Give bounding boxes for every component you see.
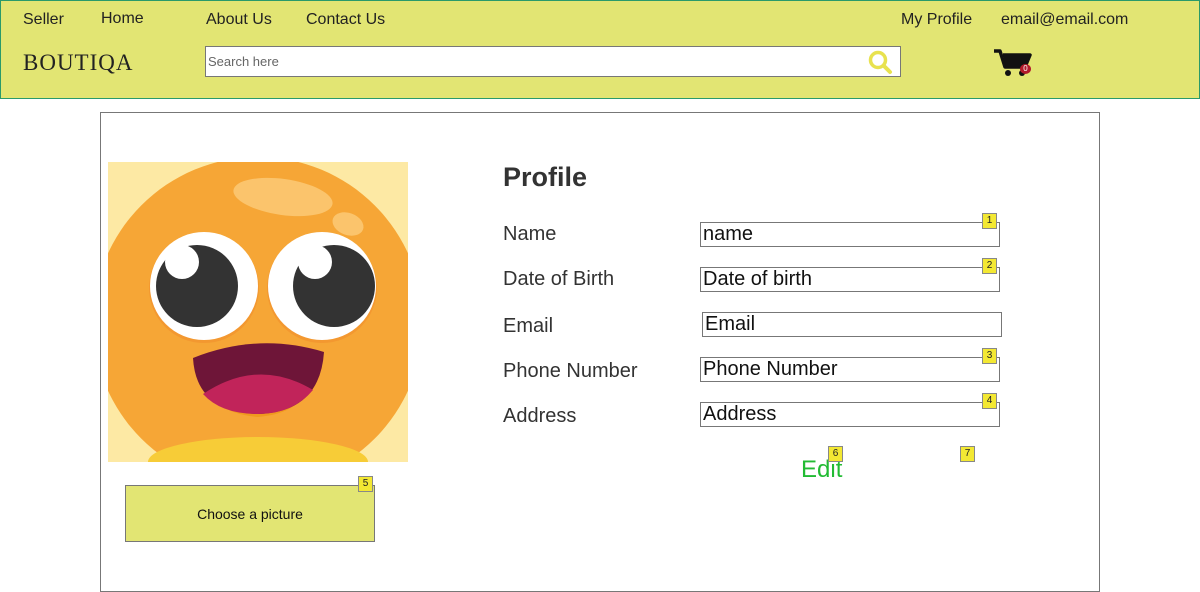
nav-seller-link[interactable]: Seller [23, 11, 64, 29]
marker-tag-3: 3 [982, 348, 997, 364]
happy-face-emoji-icon [108, 162, 408, 462]
date-of-birth-label: Date of Birth [503, 268, 615, 290]
nav-contact-link[interactable]: Contact Us [306, 11, 385, 29]
search-icon[interactable] [867, 49, 893, 75]
page-title: Profile [503, 162, 588, 192]
nav-home-link[interactable]: Home [101, 10, 144, 28]
marker-tag-1: 1 [982, 213, 997, 229]
profile-avatar [108, 162, 408, 462]
nav-user-email[interactable]: email@email.com [1001, 11, 1128, 29]
marker-tag-6: 6 [828, 446, 843, 462]
date-of-birth-field[interactable]: Date of birth [700, 267, 1000, 292]
name-label: Name [503, 223, 557, 245]
brand-logo[interactable]: BOUTIQA [23, 50, 134, 76]
cart-count-badge: 0 [1020, 64, 1031, 74]
choose-picture-button[interactable]: Choose a picture [125, 485, 375, 542]
marker-tag-5: 5 [358, 476, 373, 492]
address-field[interactable]: Address [700, 402, 1000, 427]
email-label: Email [503, 315, 554, 337]
email-field[interactable]: Email [702, 312, 1002, 337]
name-field[interactable]: name [700, 222, 1000, 247]
nav-my-profile-link[interactable]: My Profile [901, 11, 972, 29]
phone-number-label: Phone Number [503, 360, 638, 382]
address-label: Address [503, 405, 577, 427]
nav-about-link[interactable]: About Us [206, 11, 272, 29]
marker-tag-2: 2 [982, 258, 997, 274]
top-navbar: Seller Home About Us Contact Us My Profi… [0, 0, 1200, 99]
phone-number-field[interactable]: Phone Number [700, 357, 1000, 382]
marker-tag-4: 4 [982, 393, 997, 409]
search-input[interactable] [208, 49, 858, 74]
search-bar [205, 46, 901, 77]
marker-tag-7: 7 [960, 446, 975, 462]
